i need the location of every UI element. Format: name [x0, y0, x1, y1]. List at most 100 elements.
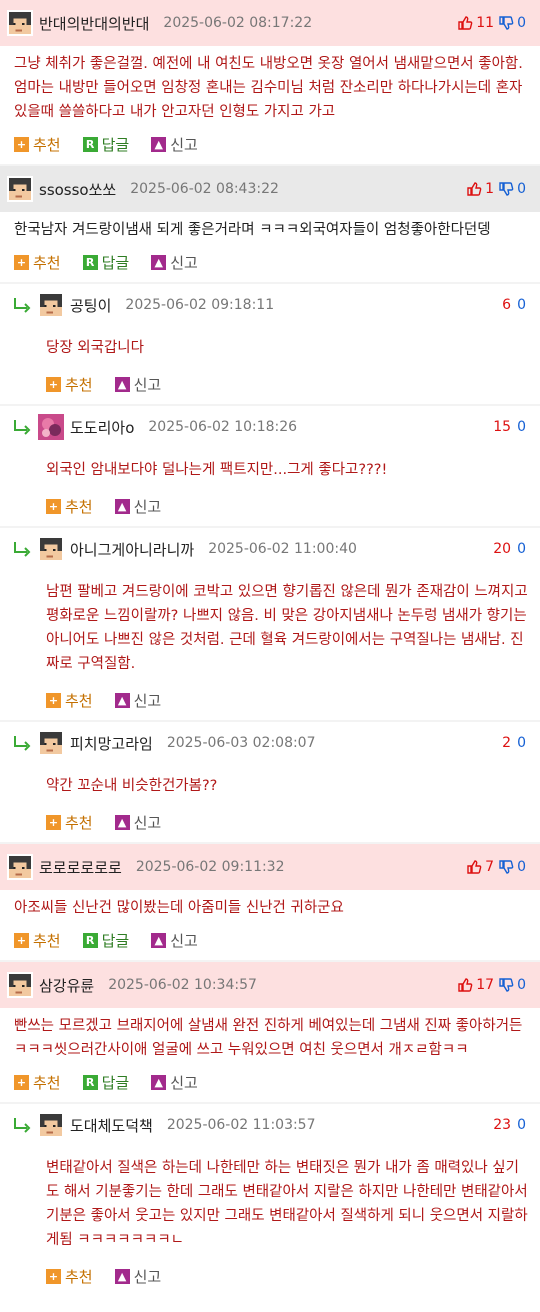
- comment-author[interactable]: 아니그게아니라니까: [70, 539, 194, 560]
- comment-actions: + 추천 R 답글 ▲ 신고: [0, 242, 540, 282]
- report-label: 신고: [170, 1073, 198, 1092]
- recommend-button[interactable]: + 추천: [46, 496, 93, 517]
- recommend-label: 추천: [33, 1073, 61, 1092]
- recommend-button[interactable]: + 추천: [46, 690, 93, 711]
- reply-button[interactable]: R 답글: [82, 134, 129, 155]
- recommend-button[interactable]: + 추천: [14, 134, 61, 155]
- comment-author[interactable]: 도도리아o: [70, 417, 134, 438]
- siren-icon: ▲: [151, 254, 167, 270]
- siren-icon: ▲: [114, 814, 130, 830]
- thumbs-down-icon[interactable]: [498, 859, 514, 875]
- report-label: 신고: [170, 135, 198, 154]
- recommend-button[interactable]: + 추천: [14, 252, 61, 273]
- report-label: 신고: [133, 691, 162, 710]
- recommend-label: 추천: [65, 497, 93, 516]
- report-button[interactable]: ▲ 신고: [114, 374, 162, 395]
- user-avatar-icon[interactable]: [38, 292, 64, 318]
- user-photo-avatar-icon[interactable]: [38, 414, 64, 440]
- siren-icon: ▲: [114, 498, 130, 514]
- comment-author[interactable]: 반대의반대의반대: [39, 13, 149, 34]
- plus-icon: +: [46, 692, 61, 708]
- comment-header: 반대의반대의반대 2025-06-02 08:17:22 11 0: [0, 0, 540, 46]
- vote-counts: 1 0: [466, 166, 526, 212]
- reply-r-icon: R: [82, 932, 98, 948]
- thumbs-up-icon[interactable]: [466, 181, 482, 197]
- vote-counts: 6 0: [499, 284, 526, 326]
- thumbs-down-icon[interactable]: [498, 181, 514, 197]
- user-avatar-icon[interactable]: [38, 730, 64, 756]
- comment-author[interactable]: 피치망고라임: [70, 733, 153, 754]
- comment-date: 2025-06-02 11:03:57: [166, 1117, 316, 1133]
- thumbs-down-icon[interactable]: [498, 15, 514, 31]
- upvote-count[interactable]: 6: [502, 297, 511, 313]
- recommend-button[interactable]: + 추천: [46, 1266, 93, 1287]
- user-avatar-icon[interactable]: [7, 972, 33, 998]
- report-label: 신고: [133, 375, 162, 394]
- downvote-count: 0: [517, 15, 526, 31]
- report-button[interactable]: ▲ 신고: [114, 1266, 161, 1287]
- reply-button[interactable]: R 답글: [82, 252, 129, 273]
- upvote-count[interactable]: 20: [493, 541, 511, 557]
- downvote-count[interactable]: 0: [517, 1117, 526, 1133]
- recommend-button[interactable]: + 추천: [14, 1072, 61, 1093]
- comment-actions: + 추천 ▲ 신고: [12, 680, 540, 720]
- plus-icon: +: [14, 1074, 29, 1090]
- comment-date: 2025-06-02 08:17:22: [163, 15, 313, 31]
- reply-comment: 피치망고라임 2025-06-03 02:08:07 2 0 약간 꼬순내 비슷…: [0, 722, 540, 842]
- downvote-count: 0: [517, 977, 526, 993]
- comment-text: 당장 외국갑니다: [46, 340, 144, 356]
- recommend-button[interactable]: + 추천: [14, 930, 61, 951]
- report-button[interactable]: ▲ 신고: [151, 1072, 198, 1093]
- comment-text: 그냥 체취가 좋은걸껄. 예전에 내 여친도 내방오면 옷장 열어서 냄새맡으면…: [14, 56, 523, 120]
- comment: 삼강유륜 2025-06-02 10:34:57 17 0 빤쓰는 모르겠고 브…: [0, 962, 540, 1102]
- report-button[interactable]: ▲ 신고: [151, 252, 198, 273]
- upvote-count[interactable]: 23: [493, 1117, 511, 1133]
- comment-author[interactable]: 로로로로로로: [39, 857, 122, 878]
- thumbs-up-icon[interactable]: [457, 15, 473, 31]
- downvote-count[interactable]: 0: [517, 541, 526, 557]
- user-avatar-icon[interactable]: [7, 176, 33, 202]
- thumbs-up-icon[interactable]: [457, 977, 473, 993]
- comment-author[interactable]: 도대체도덕책: [70, 1115, 153, 1136]
- downvote-count[interactable]: 0: [517, 735, 526, 751]
- upvote-count[interactable]: 2: [502, 735, 511, 751]
- recommend-label: 추천: [65, 813, 93, 832]
- report-button[interactable]: ▲ 신고: [114, 496, 161, 517]
- comment-date: 2025-06-02 10:18:26: [148, 419, 298, 435]
- user-avatar-icon[interactable]: [7, 854, 33, 880]
- report-button[interactable]: ▲ 신고: [151, 134, 198, 155]
- comment-text: 외국인 암내보다야 덜나는게 팩트지만...그게 좋다고???!: [46, 462, 388, 478]
- user-avatar-icon[interactable]: [38, 536, 64, 562]
- siren-icon: ▲: [151, 1074, 167, 1090]
- plus-icon: +: [14, 254, 29, 270]
- comment-actions: + 추천 R 답글 ▲ 신고: [0, 124, 540, 164]
- report-button[interactable]: ▲ 신고: [151, 930, 198, 951]
- comment-author[interactable]: ssosso쏘쏘: [39, 179, 116, 200]
- reply-label: 답글: [101, 931, 130, 950]
- comment-header: ssosso쏘쏘 2025-06-02 08:43:22 1 0: [0, 166, 540, 212]
- reply-button[interactable]: R 답글: [82, 1072, 129, 1093]
- report-button[interactable]: ▲ 신고: [114, 690, 162, 711]
- comment-author[interactable]: 공팅이: [70, 295, 111, 316]
- downvote-count[interactable]: 0: [517, 297, 526, 313]
- reply-button[interactable]: R 답글: [82, 930, 130, 951]
- comment-actions: + 추천 ▲ 신고: [12, 1256, 540, 1296]
- comment-author[interactable]: 삼강유륜: [39, 975, 94, 996]
- downvote-count[interactable]: 0: [517, 419, 526, 435]
- siren-icon: ▲: [151, 932, 167, 948]
- thumbs-down-icon[interactable]: [498, 977, 514, 993]
- reply-comment: 아니그게아니라니까 2025-06-02 11:00:40 20 0 남편 팔베…: [0, 528, 540, 720]
- recommend-button[interactable]: + 추천: [46, 812, 93, 833]
- thumbs-up-icon[interactable]: [466, 859, 482, 875]
- vote-counts: 20 0: [490, 528, 526, 570]
- upvote-count[interactable]: 15: [493, 419, 511, 435]
- user-avatar-icon[interactable]: [7, 10, 33, 36]
- user-avatar-icon[interactable]: [38, 1112, 64, 1138]
- reply-comment: 도도리아o 2025-06-02 10:18:26 15 0 외국인 암내보다야…: [0, 406, 540, 526]
- recommend-label: 추천: [65, 375, 93, 394]
- reply-r-icon: R: [82, 136, 98, 152]
- recommend-button[interactable]: + 추천: [46, 374, 93, 395]
- reply-comment: 공팅이 2025-06-02 09:18:11 6 0 당장 외국갑니다 + 추천…: [0, 284, 540, 404]
- comment-date: 2025-06-03 02:08:07: [166, 735, 316, 751]
- report-button[interactable]: ▲ 신고: [114, 812, 161, 833]
